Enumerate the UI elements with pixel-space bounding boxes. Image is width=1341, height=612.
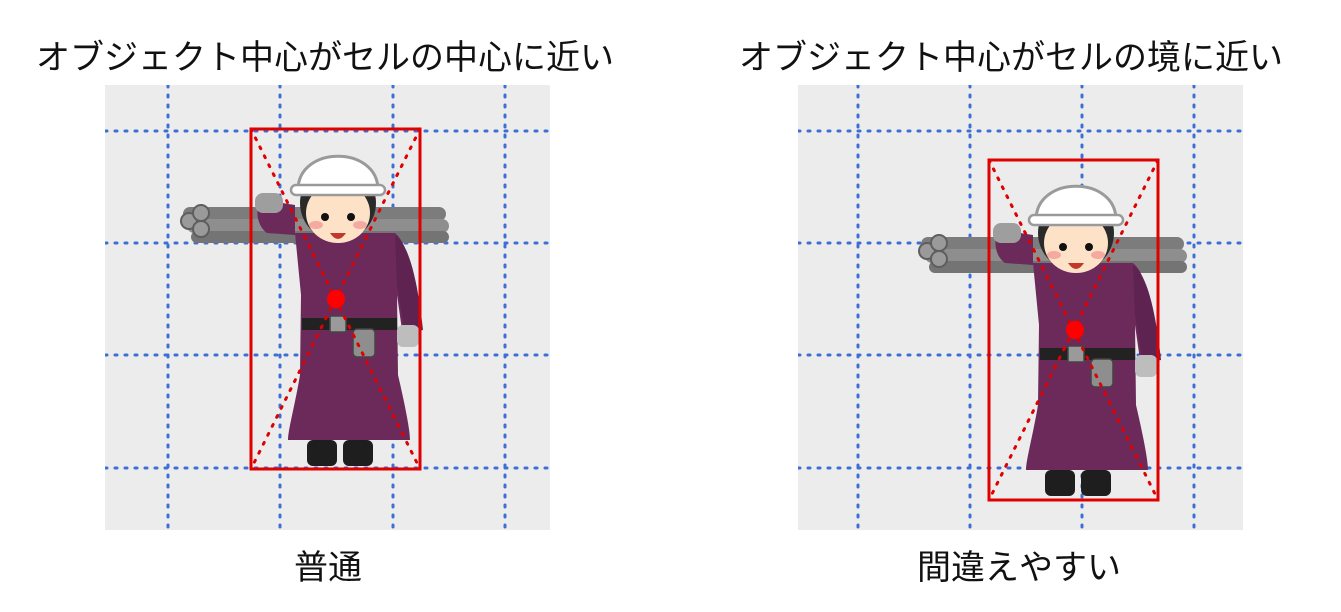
- panel-2-figure: [798, 85, 1243, 530]
- panel-2-caption: 間違えやすい: [917, 548, 1121, 588]
- panel-2-object-center: [1066, 321, 1084, 339]
- panel-2-title: オブジェクト中心がセルの境に近い: [739, 38, 1283, 78]
- panel-1-title: オブジェクト中心がセルの中心に近い: [36, 38, 614, 78]
- panel-1-caption: 普通: [294, 548, 362, 588]
- panel-2-background: [798, 85, 1243, 530]
- panel-1-figure: [105, 85, 550, 530]
- panel-1-object-center: [327, 290, 345, 308]
